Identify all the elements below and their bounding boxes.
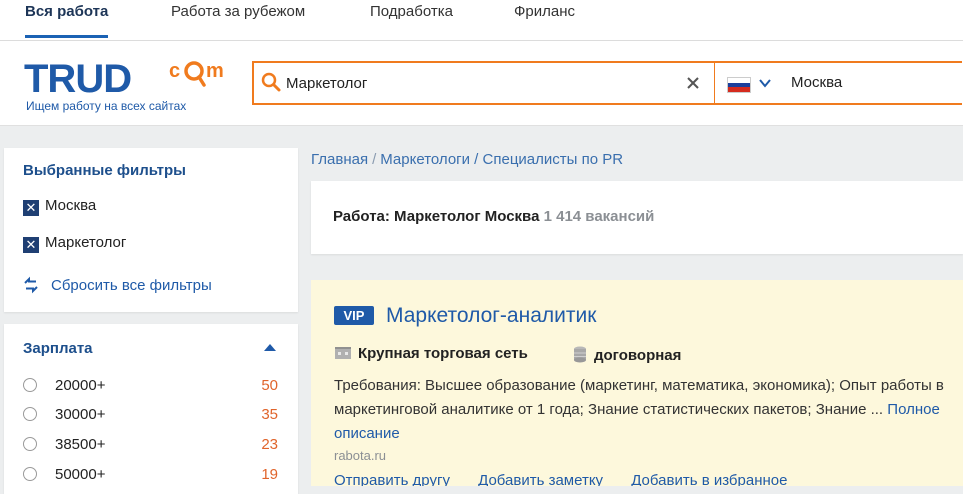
salary-info: договорная: [572, 345, 681, 364]
tab-freelance[interactable]: Фриланс: [514, 0, 575, 38]
vacancy-card: VIP Маркетолог-аналитик Крупная торговая…: [311, 280, 963, 486]
salary-option-label: 50000+: [55, 466, 106, 483]
search-bar: Москва: [252, 61, 962, 105]
tab-jobs-abroad[interactable]: Работа за рубежом: [171, 0, 305, 38]
add-to-favorites-link[interactable]: Добавить в избранное: [631, 472, 787, 486]
vacancy-actions: Отправить другу Добавить заметку Добавит…: [334, 472, 811, 486]
refresh-icon: [24, 276, 38, 294]
russia-flag-icon[interactable]: [727, 77, 751, 93]
coins-icon: [574, 346, 586, 363]
svg-text:TRUD: TRUD: [24, 57, 131, 99]
reset-label: Сбросить все фильтры: [51, 277, 212, 294]
logo-tagline: Ищем работу на всех сайтах: [26, 99, 187, 113]
salary-option-label: 30000+: [55, 406, 106, 423]
salary-option-count: 50: [261, 377, 278, 394]
radio-button[interactable]: [23, 378, 37, 392]
search-input[interactable]: [286, 71, 666, 95]
trud-logo[interactable]: TRUD c m Ищем работу на всех сайтах: [24, 55, 239, 115]
salary-option-label: 38500+: [55, 436, 106, 453]
radio-button[interactable]: [23, 407, 37, 421]
company: Крупная торговая сеть: [334, 345, 528, 362]
city-field[interactable]: Москва: [791, 74, 842, 91]
salary-option-label: 20000+: [55, 377, 106, 394]
search-icon: [261, 72, 281, 92]
svg-text:c: c: [169, 60, 180, 82]
tab-part-time[interactable]: Подработка: [370, 0, 453, 38]
breadcrumb-separator: /: [372, 151, 377, 168]
company-name: Крупная торговая сеть: [358, 345, 528, 362]
send-to-friend-link[interactable]: Отправить другу: [334, 472, 450, 486]
chevron-down-icon[interactable]: [757, 75, 773, 91]
remove-filter-icon[interactable]: ✕: [23, 200, 39, 216]
close-icon[interactable]: [682, 72, 704, 94]
radio-button[interactable]: [23, 437, 37, 451]
vacancy-count: 1 414 вакансий: [543, 208, 655, 225]
logo-mark: TRUD c m: [24, 57, 224, 101]
selected-filters-panel: Выбранные фильтры ✕ Москва ✕ Маркетолог Сб…: [4, 148, 298, 312]
filter-chip-label: Маркетолог: [45, 234, 127, 251]
salary-option-count: 35: [261, 406, 278, 423]
salary-value: договорная: [594, 347, 682, 364]
vacancy-description: Требования: Высшее образование (маркетин…: [334, 374, 949, 446]
reset-filters-link[interactable]: Сбросить все фильтры: [21, 276, 212, 294]
salary-option[interactable]: 30000+ 35: [23, 405, 278, 427]
search-divider: [714, 63, 715, 103]
salary-option[interactable]: 20000+ 50: [23, 376, 278, 398]
svg-text:m: m: [206, 60, 224, 82]
header: TRUD c m Ищем работу на всех сайтах Моск…: [0, 41, 963, 126]
vacancy-title-link[interactable]: Маркетолог-аналитик: [386, 304, 596, 328]
filter-chip-marketer[interactable]: ✕ Маркетолог: [23, 234, 126, 254]
breadcrumb-home[interactable]: Главная: [311, 151, 368, 168]
filter-chip-label: Москва: [45, 197, 97, 214]
building-icon: [335, 347, 351, 359]
salary-option-count: 19: [261, 466, 278, 483]
tab-all-jobs[interactable]: Вся работа: [25, 0, 109, 38]
salary-option[interactable]: 38500+ 23: [23, 435, 278, 457]
salary-option-count: 23: [261, 436, 278, 453]
collapse-arrow-icon[interactable]: [263, 342, 277, 352]
description-text: Требования: Высшее образование (маркетин…: [334, 377, 944, 418]
salary-title: Зарплата: [23, 340, 93, 357]
breadcrumb-category[interactable]: Маркетологи / Специалисты по PR: [380, 151, 623, 168]
radio-button[interactable]: [23, 467, 37, 481]
search-summary: Работа: Маркетолог Москва 1 414 вакансий: [311, 181, 963, 254]
filters-title: Выбранные фильтры: [23, 162, 186, 179]
salary-option[interactable]: 50000+ 19: [23, 465, 278, 487]
salary-filter-panel: Зарплата 20000+ 50 30000+ 35 38500+ 23 5…: [4, 324, 298, 494]
breadcrumb: Главная / Маркетологи / Специалисты по PR: [311, 151, 623, 168]
summary-title: Работа: Маркетолог Москва: [333, 208, 540, 225]
vacancy-source: rabota.ru: [334, 448, 387, 463]
top-navigation: Вся работа Работа за рубежом Подработка …: [0, 0, 963, 41]
vip-badge: VIP: [334, 306, 374, 325]
summary-text: Работа: Маркетолог Москва 1 414 вакансий: [333, 208, 654, 225]
filter-chip-moscow[interactable]: ✕ Москва: [23, 197, 96, 217]
remove-filter-icon[interactable]: ✕: [23, 237, 39, 253]
add-note-link[interactable]: Добавить заметку: [478, 472, 603, 486]
